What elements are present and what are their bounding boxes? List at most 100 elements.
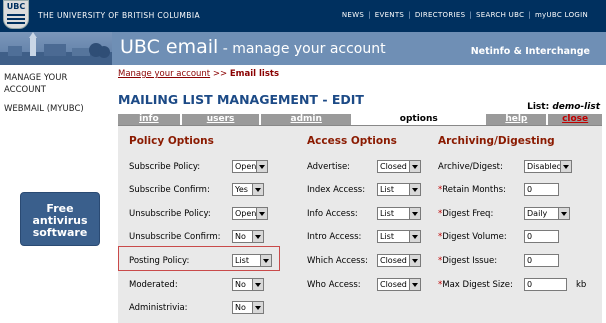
logo-stripe	[7, 22, 25, 24]
tab-admin[interactable]: admin	[261, 114, 352, 125]
moderated-select[interactable]: No	[232, 278, 264, 291]
advertise-value: Closed	[380, 162, 407, 171]
info-access-select[interactable]: List	[377, 207, 421, 220]
retain-months-label: *Retain Months:	[438, 185, 506, 195]
archive-digest-select[interactable]: Disabled	[524, 160, 572, 173]
link-separator: |	[408, 11, 411, 19]
max-digest-size-label: *Max Digest Size:	[438, 280, 513, 290]
sidebar-item-manage-account[interactable]: MANAGE YOUR ACCOUNT	[4, 72, 104, 96]
chevron-down-icon	[260, 255, 271, 266]
chevron-down-icon	[409, 279, 420, 290]
link-events[interactable]: EVENTS	[375, 11, 404, 19]
advertise-select[interactable]: Closed	[377, 160, 421, 173]
unsubscribe-policy-value: Open	[235, 209, 257, 218]
logo-text: UBC	[6, 2, 26, 11]
digest-issue-label: *Digest Issue:	[438, 256, 497, 266]
chevron-down-icon	[409, 184, 420, 195]
link-myubc-login[interactable]: myUBC LOGIN	[535, 11, 588, 19]
banner-title-sub: - manage your account	[218, 41, 386, 57]
archive-digest-label: Archive/Digest:	[438, 162, 503, 172]
subscribe-policy-label: Subscribe Policy:	[129, 162, 201, 172]
sidebar: MANAGE YOUR ACCOUNT WEBMAIL (MYUBC) Free…	[0, 65, 112, 323]
tab-close[interactable]: close	[548, 114, 602, 125]
subscribe-confirm-value: Yes	[235, 185, 248, 194]
intro-access-label: Intro Access:	[307, 232, 362, 242]
intro-access-value: List	[380, 232, 394, 241]
tab-info[interactable]: info	[118, 114, 180, 125]
administrivia-select[interactable]: No	[232, 301, 264, 314]
unsubscribe-confirm-value: No	[235, 232, 246, 241]
subscribe-policy-select[interactable]: Open	[232, 160, 268, 173]
access-options-title: Access Options	[307, 135, 397, 147]
administrivia-label: Administrivia:	[129, 303, 188, 313]
digest-volume-text: Digest Volume:	[442, 232, 507, 242]
unsubscribe-policy-select[interactable]: Open	[232, 207, 268, 220]
link-separator: |	[368, 11, 371, 19]
info-access-value: List	[380, 209, 394, 218]
max-digest-size-input[interactable]: 0	[524, 278, 567, 291]
subscribe-policy-value: Open	[235, 162, 257, 171]
digest-freq-label: *Digest Freq:	[438, 209, 493, 219]
university-name[interactable]: THE UNIVERSITY OF BRITISH COLUMBIA	[38, 11, 200, 20]
chevron-down-icon	[409, 208, 420, 219]
tab-bar: info users admin options help close	[118, 114, 602, 125]
unsubscribe-confirm-label: Unsubscribe Confirm:	[129, 232, 221, 242]
subscribe-confirm-label: Subscribe Confirm:	[129, 185, 210, 195]
banner-title: UBC email - manage your account	[120, 36, 386, 58]
chevron-down-icon	[409, 161, 420, 172]
which-access-select[interactable]: Closed	[377, 254, 421, 267]
logo-stripe	[7, 18, 25, 20]
who-access-select[interactable]: Closed	[377, 278, 421, 291]
breadcrumb-email-lists: Email lists	[229, 69, 280, 79]
tab-users[interactable]: users	[181, 114, 260, 125]
index-access-select[interactable]: List	[377, 183, 421, 196]
link-directories[interactable]: DIRECTORIES	[415, 11, 466, 19]
max-digest-size-unit: kb	[576, 280, 587, 290]
sidebar-item-webmail[interactable]: WEBMAIL (MYUBC)	[4, 103, 104, 115]
tab-options[interactable]: options	[353, 114, 485, 125]
max-digest-size-text: Max Digest Size:	[442, 280, 513, 290]
who-access-label: Who Access:	[307, 280, 361, 290]
subscribe-confirm-select[interactable]: Yes	[232, 183, 264, 196]
intro-access-select[interactable]: List	[377, 230, 421, 243]
administrivia-value: No	[235, 303, 246, 312]
moderated-label: Moderated:	[129, 280, 178, 290]
posting-policy-select[interactable]: List	[232, 254, 272, 267]
tab-help[interactable]: help	[486, 114, 547, 125]
banner-service-name: Netinfo & Interchange	[470, 46, 590, 57]
chevron-down-icon	[252, 302, 263, 313]
which-access-label: Which Access:	[307, 256, 368, 266]
who-access-value: Closed	[380, 280, 407, 289]
retain-months-text: Retain Months:	[442, 185, 506, 195]
breadcrumb-manage-account[interactable]: Manage your account	[118, 69, 210, 79]
top-links: NEWS | EVENTS | DIRECTORIES | SEARCH UBC…	[342, 11, 588, 19]
link-news[interactable]: NEWS	[342, 11, 364, 19]
which-access-value: Closed	[380, 256, 407, 265]
digest-freq-select[interactable]: Daily	[524, 207, 570, 220]
list-name-label: List: demo-list	[527, 102, 600, 112]
chevron-down-icon	[256, 208, 267, 219]
breadcrumb-separator: >>	[210, 69, 230, 79]
digest-issue-text: Digest Issue:	[442, 256, 498, 266]
chevron-down-icon	[409, 231, 420, 242]
list-label: List:	[527, 102, 550, 112]
chevron-down-icon	[256, 161, 267, 172]
breadcrumb: Manage your account >> Email lists	[118, 69, 279, 79]
unsubscribe-confirm-select[interactable]: No	[232, 230, 264, 243]
posting-policy-label: Posting Policy:	[129, 256, 190, 266]
link-separator: |	[469, 11, 473, 19]
link-search-ubc[interactable]: SEARCH UBC	[476, 11, 524, 19]
banner: UBC email - manage your account Netinfo …	[0, 32, 606, 65]
digest-volume-input[interactable]: 0	[524, 230, 559, 243]
free-antivirus-promo[interactable]: Free antivirus software	[20, 192, 100, 246]
archiving-title: Archiving/Digesting	[438, 135, 555, 147]
list-name-value: demo-list	[552, 102, 600, 112]
advertise-label: Advertise:	[307, 162, 351, 172]
link-separator: |	[528, 11, 531, 19]
chevron-down-icon	[252, 231, 263, 242]
digest-freq-text: Digest Freq:	[442, 209, 494, 219]
retain-months-input[interactable]: 0	[524, 183, 559, 196]
chevron-down-icon	[560, 161, 571, 172]
digest-issue-input[interactable]: 0	[524, 254, 559, 267]
ubc-logo[interactable]: UBC	[3, 0, 29, 29]
